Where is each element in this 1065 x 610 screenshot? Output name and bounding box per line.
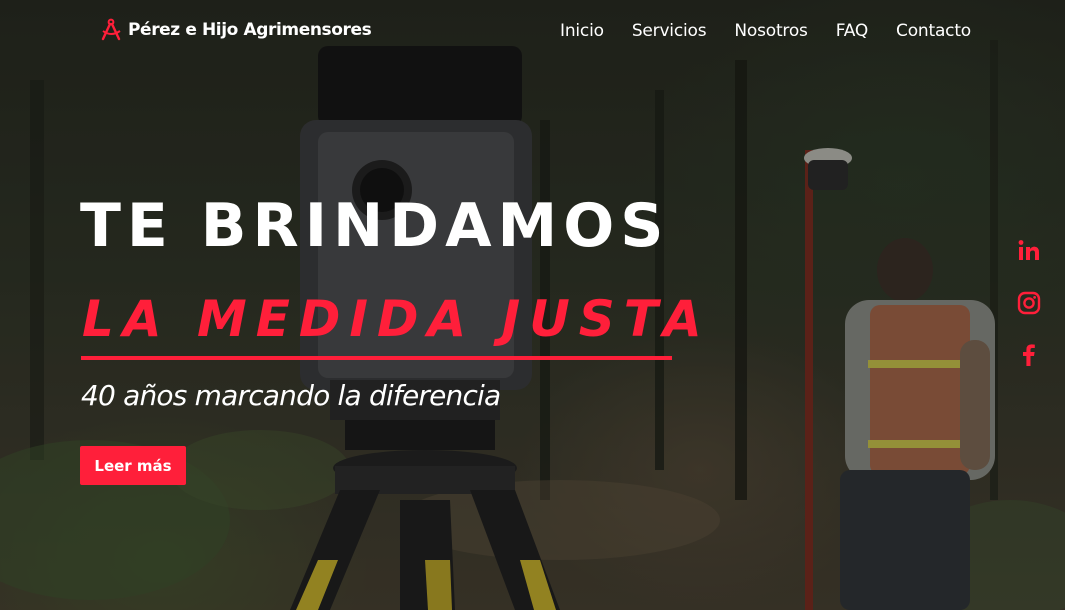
hero-tagline: 40 años marcando la diferencia bbox=[81, 379, 501, 412]
hero-headline-primary: TE BRINDAMOS bbox=[80, 191, 670, 261]
facebook-link[interactable] bbox=[1016, 342, 1042, 368]
compass-icon bbox=[101, 18, 121, 41]
nav-item-nosotros[interactable]: Nosotros bbox=[734, 21, 808, 41]
brand-logo[interactable]: Pérez e Hijo Agrimensores bbox=[99, 18, 372, 42]
facebook-icon bbox=[1023, 344, 1035, 366]
main-menu: Inicio Servicios Nosotros FAQ Contacto bbox=[560, 21, 971, 41]
linkedin-icon bbox=[1018, 240, 1039, 260]
instagram-icon bbox=[1017, 291, 1041, 315]
hero-headline-accent: LA MEDIDA JUSTA bbox=[82, 290, 711, 348]
hero-section: Pérez e Hijo Agrimensores Inicio Servici… bbox=[0, 0, 1065, 610]
brand-name: Pérez e Hijo Agrimensores bbox=[128, 20, 372, 40]
nav-item-servicios[interactable]: Servicios bbox=[632, 21, 707, 41]
nav-item-faq[interactable]: FAQ bbox=[836, 21, 869, 41]
instagram-link[interactable] bbox=[1016, 290, 1042, 316]
linkedin-link[interactable] bbox=[1016, 238, 1042, 264]
nav-item-contacto[interactable]: Contacto bbox=[896, 21, 971, 41]
headline-underline bbox=[81, 356, 672, 360]
top-navigation: Pérez e Hijo Agrimensores Inicio Servici… bbox=[0, 0, 1065, 64]
read-more-button[interactable]: Leer más bbox=[80, 446, 186, 485]
nav-item-inicio[interactable]: Inicio bbox=[560, 21, 604, 41]
